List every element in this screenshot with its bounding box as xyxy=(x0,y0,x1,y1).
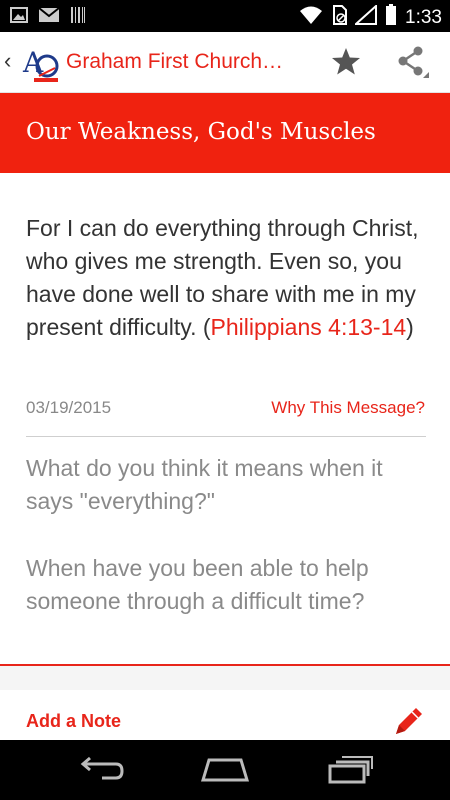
status-time: 1:33 xyxy=(405,6,442,28)
back-chevron-icon[interactable]: ‹ xyxy=(4,50,11,72)
message-date: 03/19/2015 xyxy=(26,398,112,417)
message-title: Our Weakness, God's Muscles xyxy=(26,119,376,145)
verse-text-block: For I can do everything through Christ, … xyxy=(26,212,426,344)
reflection-question: What do you think it means when it says … xyxy=(26,455,383,514)
barcode-icon xyxy=(70,6,86,29)
mail-icon xyxy=(38,7,60,28)
share-icon[interactable] xyxy=(395,44,431,80)
add-note-button[interactable]: Add a Note xyxy=(26,711,121,732)
verse-ref-open: ( xyxy=(202,314,211,340)
home-icon[interactable] xyxy=(199,754,251,786)
navigation-bar xyxy=(0,740,450,800)
reflection-question: When have you been able to help someone … xyxy=(26,555,369,614)
app-logo-icon[interactable]: A xyxy=(20,42,62,84)
image-icon xyxy=(10,7,28,28)
system-icons: 1:33 xyxy=(299,3,442,31)
signal-icon xyxy=(353,3,378,30)
note-shade xyxy=(0,666,450,690)
notification-icons xyxy=(10,6,86,29)
recent-apps-icon[interactable] xyxy=(324,754,376,786)
star-icon[interactable] xyxy=(330,45,362,77)
battery-icon xyxy=(385,4,397,31)
pencil-icon[interactable] xyxy=(392,704,426,738)
status-bar: 1:33 xyxy=(0,0,450,32)
verse-reference-link[interactable]: Philippians 4:13-14 xyxy=(211,314,407,340)
no-sim-icon xyxy=(331,5,348,30)
message-title-banner: Our Weakness, God's Muscles xyxy=(0,93,450,173)
wifi-icon xyxy=(299,5,323,30)
action-bar: ‹ A Graham First Church… xyxy=(0,32,450,93)
divider xyxy=(26,436,426,437)
back-icon[interactable] xyxy=(74,754,126,786)
app-title: Graham First Church… xyxy=(66,50,284,73)
verse-ref-close: ) xyxy=(406,314,414,340)
why-this-message-link[interactable]: Why This Message? xyxy=(271,398,425,418)
